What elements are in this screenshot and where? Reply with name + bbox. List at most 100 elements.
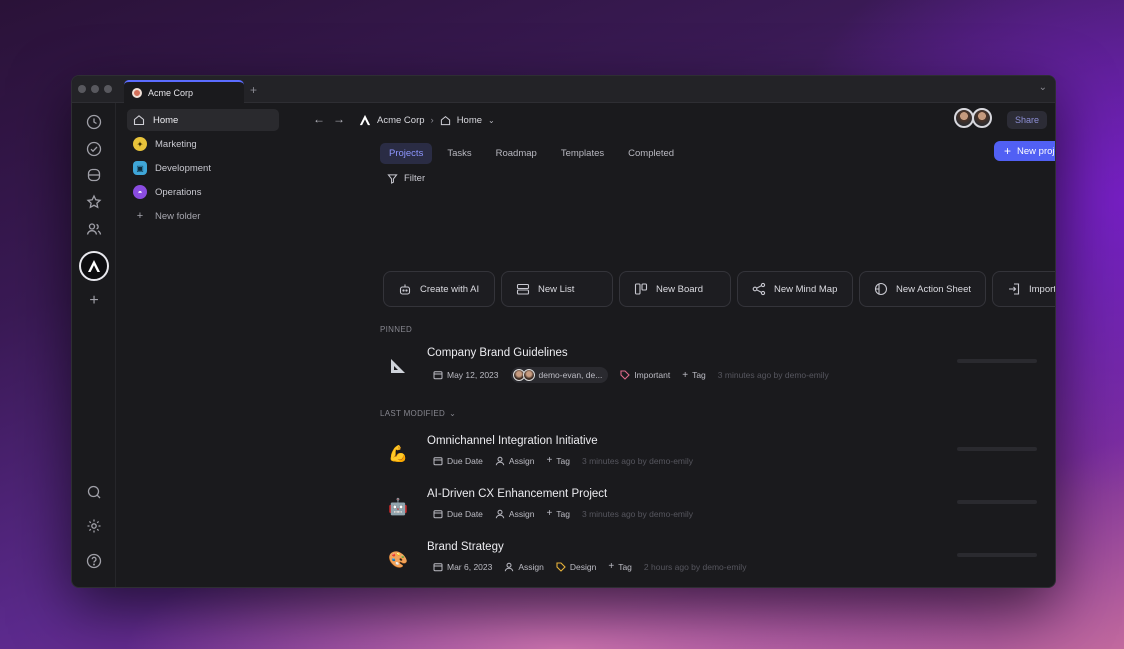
breadcrumb-separator-icon: ›	[430, 114, 434, 126]
project-row[interactable]: 🤖 AI-Driven CX Enhancement Project Due D…	[287, 486, 1055, 530]
tab-projects[interactable]: Projects	[380, 143, 433, 164]
action-label: Import	[1029, 283, 1056, 295]
breadcrumb: Acme Corp › Home ⌄	[359, 114, 495, 126]
close-window-button[interactable]	[78, 85, 86, 93]
triangle-ruler-icon	[388, 357, 408, 377]
avatar[interactable]	[954, 108, 974, 128]
tag-important[interactable]: Important	[620, 370, 670, 380]
add-tag-button[interactable]: + Tag	[546, 508, 570, 519]
users-icon[interactable]	[86, 221, 102, 237]
new-mind-map-button[interactable]: New Mind Map	[737, 271, 853, 307]
flexed-bicep-icon: 💪	[388, 446, 408, 463]
filter-label: Filter	[404, 173, 426, 184]
add-icon[interactable]: +	[1055, 111, 1056, 126]
minimize-window-button[interactable]	[91, 85, 99, 93]
due-date[interactable]: Mar 6, 2023	[433, 562, 492, 572]
calendar-icon	[433, 509, 443, 518]
new-board-button[interactable]: New Board	[619, 271, 731, 307]
user-icon	[495, 509, 505, 518]
tab-templates[interactable]: Templates	[552, 143, 613, 164]
assign-button[interactable]: Assign	[495, 509, 534, 519]
clock-icon[interactable]	[86, 114, 102, 130]
due-date-label: Due Date	[447, 455, 483, 466]
project-row[interactable]: Company Brand Guidelines May 12, 2023 de…	[287, 345, 1055, 389]
due-date[interactable]: Due Date	[433, 509, 483, 519]
add-tag-label: Tag	[556, 508, 570, 519]
assign-label: Assign	[508, 455, 535, 466]
project-title[interactable]: Company Brand Guidelines	[427, 347, 568, 359]
new-tab-icon[interactable]: +	[250, 83, 257, 97]
avatar[interactable]	[972, 108, 992, 128]
project-row[interactable]: 💪 Omnichannel Integration Initiative Due…	[287, 433, 1055, 477]
gear-icon[interactable]	[86, 518, 102, 534]
create-with-ai-button[interactable]: Create with AI	[383, 271, 495, 307]
robot-icon	[399, 284, 411, 295]
sidebar-item-marketing[interactable]: ✦ Marketing	[127, 133, 279, 155]
add-tag-button[interactable]: + Tag	[546, 455, 570, 466]
zoom-window-button[interactable]	[104, 85, 112, 93]
chevron-down-icon[interactable]: ⌄	[1039, 82, 1047, 93]
add-tag-label: Tag	[618, 561, 632, 572]
operations-icon: ◓	[133, 185, 147, 199]
project-title[interactable]: AI-Driven CX Enhancement Project	[427, 488, 607, 500]
add-tag-button[interactable]: + Tag	[682, 370, 706, 381]
progress-bar	[957, 359, 1037, 363]
search-icon[interactable]	[86, 484, 102, 500]
assign-button[interactable]: Assign	[495, 455, 535, 466]
marketing-icon: ✦	[133, 137, 147, 151]
check-circle-icon[interactable]	[86, 141, 102, 157]
workspace-logo-button[interactable]	[79, 251, 109, 281]
back-arrow-icon[interactable]: ←	[313, 112, 325, 126]
sidebar: Home ✦ Marketing ▣ Development ◓ Operati…	[117, 103, 287, 587]
assign-button[interactable]: Assign	[504, 562, 544, 572]
modified-info: 3 minutes ago by demo-emily	[582, 455, 694, 466]
sidebar-item-new-folder[interactable]: + New folder	[127, 205, 279, 227]
project-title[interactable]: Brand Strategy	[427, 541, 504, 553]
add-workspace-icon[interactable]: +	[86, 293, 102, 309]
tag-label: Design	[569, 561, 597, 572]
new-action-sheet-button[interactable]: New Action Sheet	[859, 271, 986, 307]
tab-tasks[interactable]: Tasks	[438, 143, 480, 164]
forward-arrow-icon[interactable]: →	[333, 112, 345, 126]
palette-icon: 🎨	[388, 552, 408, 569]
inbox-icon[interactable]	[86, 167, 102, 183]
board-icon	[634, 283, 648, 295]
filter-button[interactable]: Filter	[387, 173, 425, 184]
user-icon	[495, 456, 505, 465]
progress-bar	[957, 553, 1037, 557]
tab-roadmap[interactable]: Roadmap	[487, 143, 546, 164]
add-tag-button[interactable]: + Tag	[608, 561, 632, 572]
import-icon	[1009, 283, 1020, 295]
star-icon[interactable]	[86, 194, 102, 210]
project-meta: May 12, 2023 demo-evan, de... Important …	[433, 367, 829, 383]
browser-tab[interactable]: Acme Corp	[124, 80, 244, 103]
due-date[interactable]: Due Date	[433, 456, 483, 466]
tag-design[interactable]: Design	[556, 562, 596, 572]
tab-completed[interactable]: Completed	[619, 143, 683, 164]
project-title[interactable]: Omnichannel Integration Initiative	[427, 435, 598, 447]
share-button[interactable]: Share	[1007, 111, 1048, 129]
add-tag-label: Tag	[692, 370, 706, 380]
project-row[interactable]: 🎨 Brand Strategy Mar 6, 2023 Assign Desi…	[287, 539, 1055, 583]
chevron-down-icon[interactable]: ⌄	[488, 116, 495, 125]
sidebar-item-development[interactable]: ▣ Development	[127, 157, 279, 179]
assignees-chip[interactable]: demo-evan, de...	[510, 367, 609, 383]
new-list-button[interactable]: New List	[501, 271, 613, 307]
section-label-last-modified[interactable]: LAST MODIFIED ⌄	[380, 409, 456, 418]
assignees-label: demo-evan, de...	[538, 370, 603, 380]
help-icon[interactable]	[86, 553, 102, 569]
sidebar-item-home[interactable]: Home	[127, 109, 279, 131]
due-date-label: Mar 6, 2023	[447, 561, 493, 572]
breadcrumb-page[interactable]: Home	[457, 115, 482, 126]
new-project-button[interactable]: + New project ⌄	[994, 141, 1055, 161]
due-date[interactable]: May 12, 2023	[433, 370, 499, 380]
plus-icon: +	[1004, 144, 1012, 158]
sidebar-item-operations[interactable]: ◓ Operations	[127, 181, 279, 203]
project-tabs: Projects Tasks Roadmap Templates Complet…	[380, 143, 683, 164]
modified-info: 3 minutes ago by demo-emily	[582, 508, 694, 519]
icon-rail: +	[72, 103, 116, 587]
import-button[interactable]: Import	[992, 271, 1056, 307]
chevron-down-icon: ⌄	[449, 409, 457, 418]
modified-info: 2 hours ago by demo-emily	[643, 561, 747, 572]
breadcrumb-workspace[interactable]: Acme Corp	[377, 115, 425, 126]
